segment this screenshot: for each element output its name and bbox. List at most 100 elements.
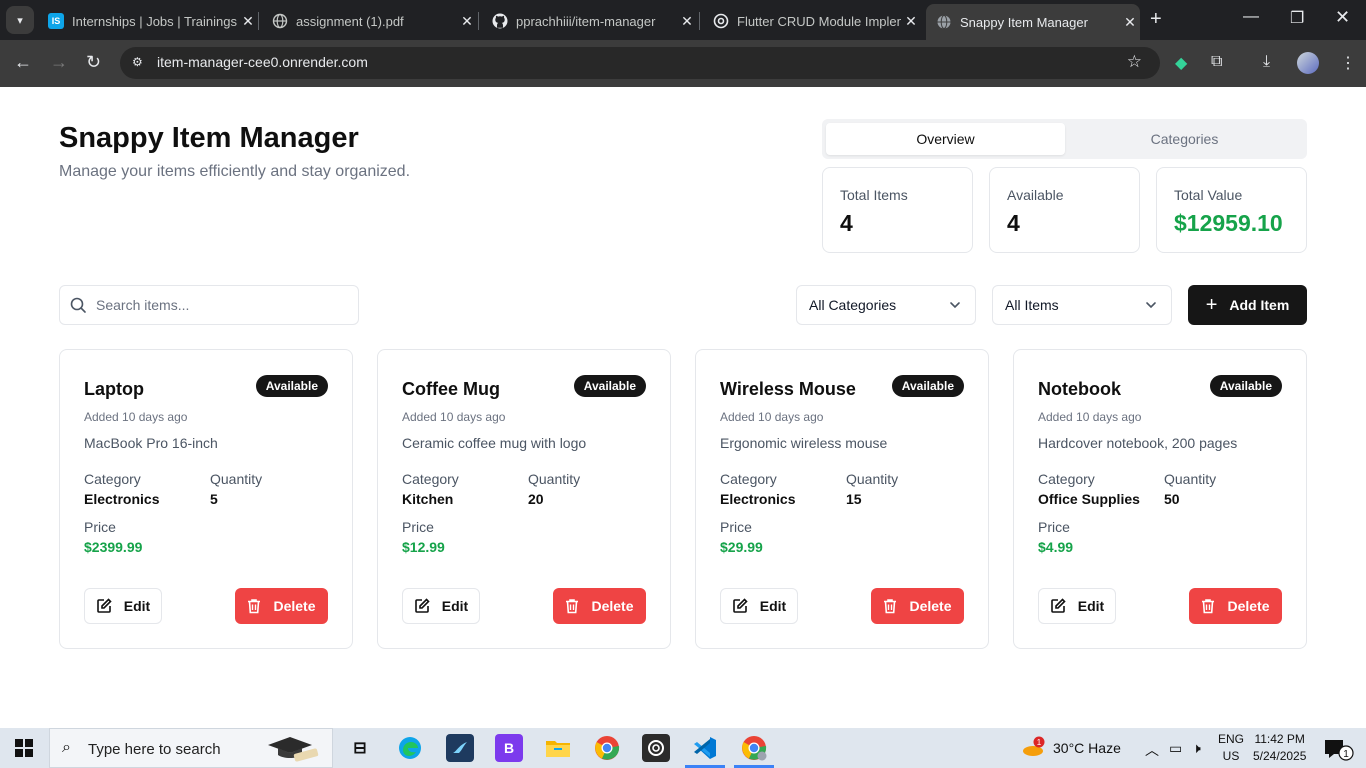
extensions-puzzle-icon[interactable]: ⧉: [1211, 53, 1222, 71]
delete-label: Delete: [273, 598, 316, 614]
stat-value: 4: [1007, 210, 1020, 236]
tab-overview[interactable]: Overview: [826, 123, 1065, 155]
close-tab-icon[interactable]: ✕: [1120, 14, 1140, 31]
add-item-label: Add Item: [1229, 297, 1290, 313]
browser-tab[interactable]: IS Internships | Jobs | Trainings ✕: [38, 6, 258, 36]
window-close-icon[interactable]: ✕: [1335, 7, 1350, 28]
item-price: $29.99: [720, 539, 763, 555]
close-tab-icon[interactable]: ✕: [238, 13, 258, 30]
status-filter-select[interactable]: All Items: [992, 285, 1172, 325]
edit-button[interactable]: Edit: [720, 588, 798, 624]
item-price: $4.99: [1038, 539, 1074, 555]
stat-value: $12959.10: [1174, 210, 1283, 236]
item-category: Electronics: [84, 491, 160, 507]
browser-tab[interactable]: Flutter CRUD Module Implem ✕: [703, 6, 921, 36]
bookmark-star-icon[interactable]: ☆: [1127, 52, 1142, 72]
minimize-icon[interactable]: —: [1243, 8, 1259, 26]
delete-button[interactable]: Delete: [1189, 588, 1282, 624]
browser-tab-active[interactable]: Snappy Item Manager ✕: [926, 4, 1140, 40]
system-clock[interactable]: 11:42 PM 5/24/2025: [1253, 731, 1306, 765]
notifications-icon[interactable]: 1: [1324, 737, 1354, 764]
trash-icon: [1202, 599, 1215, 614]
back-icon[interactable]: ←: [14, 52, 32, 73]
browser-tab-bar: ▾ IS Internships | Jobs | Trainings ✕ as…: [0, 0, 1366, 40]
price-label: Price: [720, 519, 752, 535]
taskbar-search-box[interactable]: ⌕ Type here to search: [49, 728, 333, 768]
reload-icon[interactable]: ↻: [86, 52, 101, 73]
address-bar[interactable]: ⚙ item-manager-cee0.onrender.com ☆: [120, 47, 1160, 79]
tab-title: assignment (1).pdf: [296, 13, 404, 29]
weather-text[interactable]: 30°C Haze: [1053, 740, 1121, 756]
vscode-icon[interactable]: [691, 734, 719, 762]
globe-icon: [272, 13, 288, 29]
language-indicator[interactable]: ENG US: [1218, 731, 1244, 765]
new-tab-button[interactable]: +: [1150, 8, 1162, 31]
add-item-button[interactable]: + Add Item: [1188, 285, 1307, 325]
chatgpt-app-icon[interactable]: [642, 734, 670, 762]
lang-bottom: US: [1222, 749, 1240, 763]
delete-button[interactable]: Delete: [871, 588, 964, 624]
stat-total-value: Total Value $12959.10: [1156, 167, 1307, 253]
item-price: $12.99: [402, 539, 445, 555]
item-category: Office Supplies: [1038, 491, 1140, 507]
chevron-down-icon: [1146, 302, 1156, 309]
tab-categories[interactable]: Categories: [1065, 123, 1304, 155]
edit-label: Edit: [1077, 598, 1105, 614]
openai-icon: [713, 13, 729, 29]
close-tab-icon[interactable]: ✕: [677, 13, 697, 30]
file-explorer-icon[interactable]: [544, 734, 572, 762]
search-input[interactable]: Search items...: [59, 285, 359, 325]
delete-button[interactable]: Delete: [553, 588, 646, 624]
windows-start-icon[interactable]: [15, 739, 33, 757]
site-info-icon[interactable]: ⚙: [132, 55, 143, 69]
extension-leaf-icon[interactable]: ◆: [1175, 53, 1187, 73]
item-card: Notebook Available Added 10 days ago Har…: [1013, 349, 1307, 649]
battery-icon[interactable]: ▭: [1169, 740, 1182, 757]
weather-icon[interactable]: 1: [1022, 736, 1046, 761]
close-tab-icon[interactable]: ✕: [457, 13, 477, 30]
close-tab-icon[interactable]: ✕: [901, 13, 921, 30]
browser-tab[interactable]: assignment (1).pdf ✕: [262, 6, 477, 36]
item-added-date: Added 10 days ago: [720, 410, 824, 424]
price-label: Price: [1038, 519, 1070, 535]
volume-muted-icon[interactable]: 🕨: [1192, 740, 1201, 757]
clock-date: 5/24/2025: [1253, 749, 1307, 763]
category-label: Category: [84, 471, 141, 487]
delete-label: Delete: [1227, 598, 1270, 614]
profile-avatar[interactable]: [1297, 52, 1319, 74]
edit-button[interactable]: Edit: [402, 588, 480, 624]
item-description: Hardcover notebook, 200 pages: [1038, 435, 1238, 451]
edit-button[interactable]: Edit: [84, 588, 162, 624]
chrome-profile-icon[interactable]: [740, 734, 768, 762]
task-view-icon[interactable]: ⊟: [346, 734, 374, 762]
view-tabs: Overview Categories: [822, 119, 1307, 159]
restore-icon[interactable]: ❐: [1290, 8, 1304, 28]
item-quantity: 20: [528, 491, 544, 507]
menu-kebab-icon[interactable]: ⋮: [1340, 53, 1356, 73]
edit-button[interactable]: Edit: [1038, 588, 1116, 624]
category-label: Category: [720, 471, 777, 487]
search-icon: ⌕: [62, 739, 71, 756]
category-filter-select[interactable]: All Categories: [796, 285, 976, 325]
download-icon[interactable]: ⤓: [1263, 53, 1270, 71]
item-category: Kitchen: [402, 491, 454, 507]
browser-tab[interactable]: pprachhiii/item-manager ✕: [482, 6, 697, 36]
mysql-workbench-icon[interactable]: [446, 734, 474, 762]
tray-chevron-up-icon[interactable]: ︿: [1145, 740, 1159, 760]
delete-button[interactable]: Delete: [235, 588, 328, 624]
search-placeholder: Search items...: [96, 297, 190, 313]
chrome-icon[interactable]: [593, 734, 621, 762]
item-card: Coffee Mug Available Added 10 days ago C…: [377, 349, 671, 649]
bootstrap-studio-icon[interactable]: B: [495, 734, 523, 762]
category-filter-value: All Categories: [809, 297, 897, 313]
tab-search-button[interactable]: ▾: [6, 6, 34, 34]
forward-icon[interactable]: →: [50, 52, 68, 73]
category-label: Category: [402, 471, 459, 487]
browser-toolbar: ← → ↻ ⚙ item-manager-cee0.onrender.com ☆…: [0, 40, 1366, 87]
status-badge: Available: [891, 375, 964, 397]
chevron-down-icon: [950, 302, 960, 309]
edge-icon[interactable]: [396, 734, 424, 762]
item-added-date: Added 10 days ago: [1038, 410, 1142, 424]
item-quantity: 50: [1164, 491, 1180, 507]
item-name: Notebook: [1038, 379, 1121, 399]
